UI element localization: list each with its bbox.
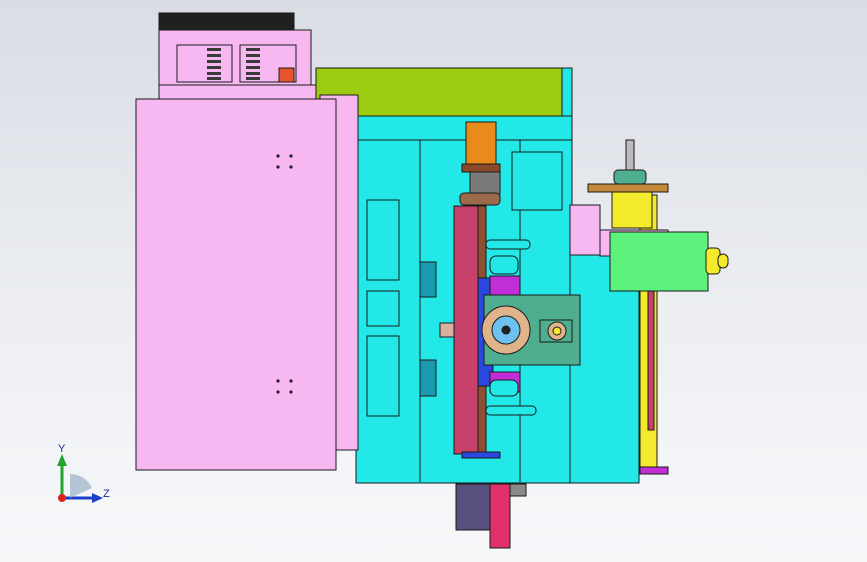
z-axis-label: Z: [103, 488, 110, 500]
frame-inner-panel: [511, 151, 563, 211]
spring-window-left: [176, 44, 233, 83]
carriage-top-clip: [489, 255, 519, 275]
lead-screw-collar: [613, 169, 647, 185]
top-coupling: [469, 171, 501, 195]
carriage-bottom-clip: [489, 379, 519, 397]
right-motor-shaft: [717, 253, 729, 269]
side-housing: [135, 98, 337, 471]
lead-screw: [625, 139, 635, 175]
screw-shaft-housing: [611, 191, 653, 229]
top-orange-stop: [278, 67, 295, 83]
top-motor-flange: [461, 163, 501, 173]
bottom-small-block: [509, 483, 527, 497]
y-axis-label: Y: [58, 443, 66, 455]
left-pivot-block: [439, 322, 455, 338]
idler-gear-inner: [552, 326, 562, 336]
frame-slot-1: [366, 199, 400, 281]
frame-top-right: [561, 67, 573, 117]
top-right-mount: [587, 183, 669, 193]
right-pink-block: [569, 204, 601, 256]
frame-slot-2: [366, 290, 400, 327]
vertical-slide-foot: [461, 451, 501, 459]
right-rail-foot: [639, 466, 669, 475]
coordinate-triad: Y Z: [57, 443, 110, 503]
drive-gear-hub: [501, 325, 511, 335]
top-black-cover: [158, 12, 295, 32]
frame-slot-top: [485, 239, 531, 250]
right-motor: [609, 231, 709, 292]
carriage-purple-upper: [489, 275, 521, 297]
frame-teal-block-lower: [419, 359, 437, 397]
bottom-pink-rod: [489, 483, 511, 549]
frame-slot-bottom: [485, 405, 537, 416]
top-motor: [465, 121, 497, 167]
frame-teal-block-upper: [419, 261, 437, 298]
right-rail-track: [647, 289, 655, 431]
cad-model[interactable]: Y Z: [0, 0, 867, 562]
frame-slot-3: [366, 335, 400, 417]
vertical-slide-rail: [453, 205, 479, 455]
top-coupling-plate: [459, 192, 501, 206]
cad-viewport[interactable]: Y Z: [0, 0, 867, 562]
